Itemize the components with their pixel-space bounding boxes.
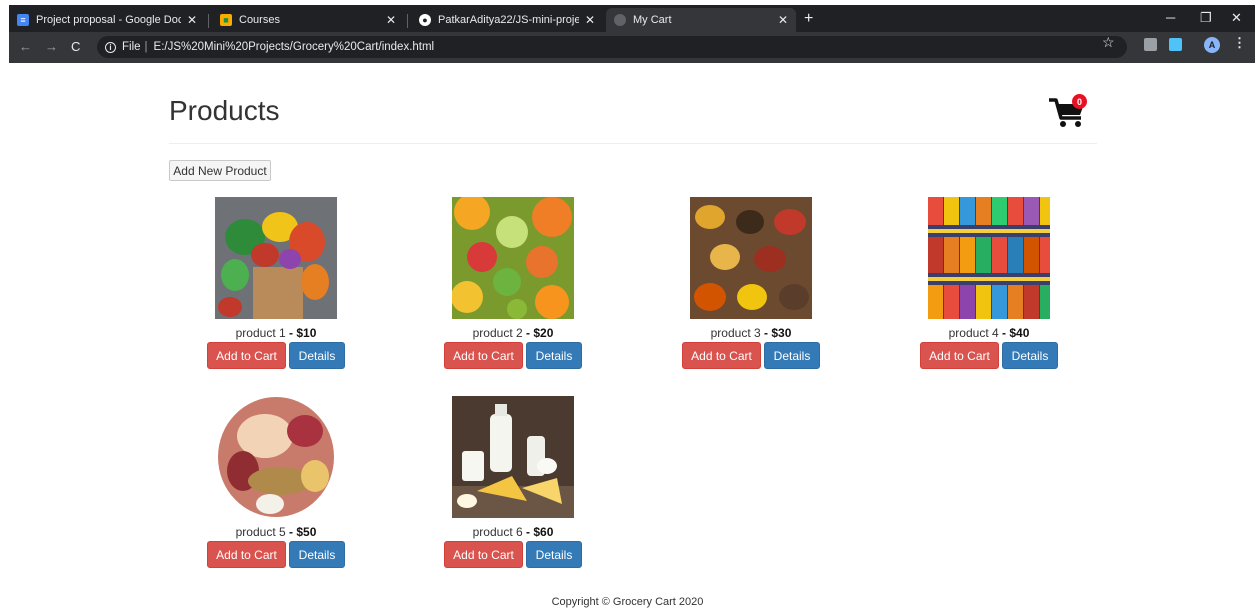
product-price: $30 bbox=[771, 326, 792, 340]
vegetables-image bbox=[215, 197, 337, 319]
cereal-shelf-image bbox=[928, 197, 1050, 319]
browser-window: ≡ Project proposal - Google Docs ✕ ■ Cou… bbox=[9, 5, 1255, 63]
product-name: product 5 bbox=[235, 525, 286, 539]
product-card: product 1 - $10 Add to Cart Details bbox=[206, 197, 346, 369]
dairy-image bbox=[452, 396, 574, 518]
product-price: $20 bbox=[533, 326, 554, 340]
extension-icon[interactable] bbox=[1144, 38, 1157, 51]
price-separator: - bbox=[285, 326, 297, 340]
product-price: $40 bbox=[1009, 326, 1030, 340]
price-separator: - bbox=[522, 326, 534, 340]
footer-copyright: Copyright © Grocery Cart 2020 bbox=[551, 596, 704, 608]
add-to-cart-button[interactable]: Add to Cart bbox=[682, 342, 761, 369]
tab-strip: ≡ Project proposal - Google Docs ✕ ■ Cou… bbox=[9, 5, 1255, 32]
product-label: product 4 - $40 bbox=[919, 326, 1059, 340]
details-button[interactable]: Details bbox=[1002, 342, 1058, 369]
browser-toolbar: ← → C i File | E:/JS%20Mini%20Projects/G… bbox=[9, 32, 1255, 63]
product-name: product 2 bbox=[472, 326, 523, 340]
tab-title: Project proposal - Google Docs bbox=[36, 14, 181, 26]
add-to-cart-button[interactable]: Add to Cart bbox=[207, 342, 286, 369]
close-icon[interactable]: ✕ bbox=[187, 13, 197, 27]
profile-avatar[interactable]: A bbox=[1204, 37, 1220, 53]
header-divider bbox=[169, 143, 1097, 144]
details-button[interactable]: Details bbox=[764, 342, 820, 369]
price-separator: - bbox=[760, 326, 772, 340]
product-price: $10 bbox=[296, 326, 317, 340]
info-icon[interactable]: i bbox=[105, 41, 116, 53]
address-bar[interactable]: i File | E:/JS%20Mini%20Projects/Grocery… bbox=[97, 36, 1127, 58]
menu-kebab-icon[interactable]: ⋮ bbox=[1233, 35, 1246, 51]
product-card: product 2 - $20 Add to Cart Details bbox=[443, 194, 583, 369]
spices-image bbox=[690, 197, 812, 319]
price-separator: - bbox=[285, 525, 297, 539]
tab-title: PatkarAditya22/JS-mini-projects bbox=[438, 14, 579, 26]
tab-courses[interactable]: ■ Courses ✕ bbox=[212, 8, 404, 32]
close-icon[interactable]: ✕ bbox=[778, 13, 788, 27]
close-icon[interactable]: ✕ bbox=[585, 13, 595, 27]
tab-my-cart[interactable]: My Cart ✕ bbox=[606, 8, 796, 32]
cart-count-badge: 0 bbox=[1072, 94, 1087, 109]
details-button[interactable]: Details bbox=[526, 342, 582, 369]
add-to-cart-button[interactable]: Add to Cart bbox=[207, 541, 286, 568]
product-card: product 6 - $60 Add to Cart Details bbox=[443, 396, 583, 568]
product-card: product 3 - $30 Add to Cart Details bbox=[681, 197, 821, 369]
url-separator: | bbox=[144, 41, 148, 53]
add-to-cart-button[interactable]: Add to Cart bbox=[920, 342, 999, 369]
add-to-cart-button[interactable]: Add to Cart bbox=[444, 541, 523, 568]
reload-icon[interactable]: C bbox=[71, 39, 80, 54]
extension-icon[interactable] bbox=[1169, 38, 1182, 51]
details-button[interactable]: Details bbox=[526, 541, 582, 568]
product-name: product 1 bbox=[235, 326, 286, 340]
product-label: product 2 - $20 bbox=[443, 326, 583, 340]
product-label: product 3 - $30 bbox=[681, 326, 821, 340]
back-icon[interactable]: ← bbox=[19, 39, 32, 54]
product-label: product 1 - $10 bbox=[206, 326, 346, 340]
product-price: $60 bbox=[533, 525, 554, 539]
add-to-cart-button[interactable]: Add to Cart bbox=[444, 342, 523, 369]
product-name: product 4 bbox=[948, 326, 999, 340]
product-card: product 4 - $40 Add to Cart Details bbox=[919, 197, 1059, 369]
bookmark-star-icon[interactable]: ☆ bbox=[1102, 34, 1115, 51]
new-tab-icon[interactable]: + bbox=[804, 10, 813, 28]
price-separator: - bbox=[522, 525, 534, 539]
tab-github[interactable]: ● PatkarAditya22/JS-mini-projects ✕ bbox=[411, 8, 603, 32]
product-name: product 3 bbox=[710, 326, 761, 340]
tab-title: My Cart bbox=[633, 14, 672, 26]
url-text: E:/JS%20Mini%20Projects/Grocery%20Cart/i… bbox=[153, 41, 435, 53]
product-label: product 5 - $50 bbox=[206, 525, 346, 539]
forward-icon[interactable]: → bbox=[45, 39, 58, 54]
price-separator: - bbox=[998, 326, 1010, 340]
fruits-image bbox=[451, 194, 574, 319]
product-label: product 6 - $60 bbox=[443, 525, 583, 539]
product-price: $50 bbox=[296, 525, 317, 539]
url-scheme: File bbox=[122, 41, 141, 53]
details-button[interactable]: Details bbox=[289, 541, 345, 568]
add-new-product-button[interactable]: Add New Product bbox=[169, 160, 271, 181]
docs-icon: ≡ bbox=[17, 14, 29, 26]
github-icon: ● bbox=[419, 14, 431, 26]
meat-fish-image bbox=[215, 396, 337, 518]
product-card: product 5 - $50 Add to Cart Details bbox=[206, 396, 346, 568]
product-name: product 6 bbox=[472, 525, 523, 539]
tab-google-docs[interactable]: ≡ Project proposal - Google Docs ✕ bbox=[9, 8, 205, 32]
maximize-icon[interactable]: ❐ bbox=[1200, 10, 1212, 26]
page-title: Products bbox=[169, 95, 280, 126]
close-icon[interactable]: ✕ bbox=[386, 13, 396, 27]
tab-title: Courses bbox=[239, 14, 280, 26]
minimize-icon[interactable]: ─ bbox=[1166, 10, 1175, 25]
window-close-icon[interactable]: ✕ bbox=[1231, 10, 1242, 26]
details-button[interactable]: Details bbox=[289, 342, 345, 369]
classroom-icon: ■ bbox=[220, 14, 232, 26]
globe-icon bbox=[614, 14, 626, 26]
